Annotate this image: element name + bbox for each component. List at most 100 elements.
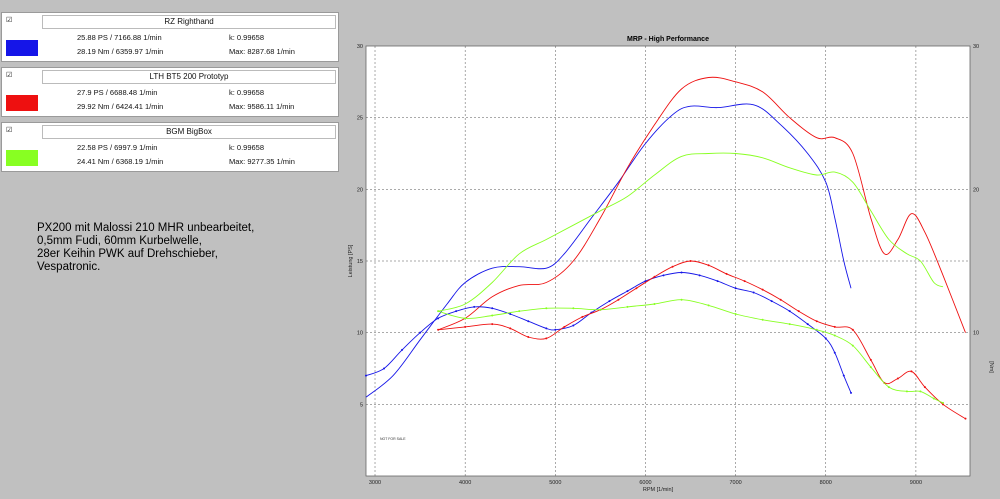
torque-point	[851, 344, 854, 347]
torque-point	[964, 417, 967, 420]
chart-title: MRP - High Performance	[627, 36, 709, 43]
torque-point	[910, 370, 913, 373]
torque-point	[581, 315, 584, 318]
torque-point	[824, 337, 827, 340]
torque-point	[833, 351, 836, 354]
torque-point	[761, 318, 764, 321]
torque-point	[815, 320, 818, 323]
torque-point	[842, 374, 845, 377]
torque-point	[896, 377, 899, 380]
torque-point	[833, 334, 836, 337]
torque-point	[671, 265, 674, 268]
torque-point	[833, 325, 836, 328]
y-tick-label: 15	[357, 259, 363, 265]
torque-point	[545, 337, 548, 340]
torque-point	[869, 366, 872, 369]
x-tick-label: 6000	[639, 480, 651, 486]
torque-point	[725, 272, 728, 275]
torque-point	[689, 260, 692, 262]
torque-point	[509, 327, 512, 330]
torque-point	[509, 313, 512, 316]
torque-point	[653, 303, 656, 305]
torque-point	[707, 304, 710, 307]
torque-point	[464, 325, 467, 328]
torque-point	[437, 328, 440, 331]
torque-point	[572, 324, 575, 327]
torque-point	[869, 358, 872, 361]
torque-point	[545, 307, 548, 310]
torque-point	[518, 310, 521, 313]
torque-point	[608, 300, 611, 303]
y2-axis-label: [Nm]	[988, 361, 994, 373]
torque-point	[905, 390, 908, 393]
torque-point	[788, 310, 791, 313]
torque-point	[932, 397, 935, 400]
torque-point	[653, 275, 656, 278]
torque-point	[527, 320, 530, 323]
x-axis-label: RPM [1/min]	[643, 487, 674, 493]
torque-point	[437, 317, 440, 320]
y-tick-label: 20	[357, 187, 363, 193]
torque-point	[707, 264, 710, 267]
torque-point	[806, 323, 809, 326]
torque-point	[734, 287, 737, 290]
x-tick-label: 3000	[369, 480, 381, 486]
torque-point	[572, 307, 575, 310]
torque-point	[635, 287, 638, 290]
torque-point	[761, 288, 764, 291]
torque-point	[554, 328, 557, 331]
torque-point	[563, 325, 566, 328]
torque-point	[464, 317, 467, 320]
torque-point	[527, 335, 530, 338]
x-tick-label: 5000	[549, 480, 561, 486]
torque-point	[734, 313, 737, 316]
torque-point	[797, 310, 800, 313]
torque-point	[491, 307, 494, 310]
torque-point	[491, 323, 494, 326]
torque-point	[365, 374, 367, 377]
torque-point	[941, 401, 944, 404]
torque-point	[626, 305, 629, 308]
y-tick-label: 30	[357, 44, 363, 50]
torque-point	[545, 327, 548, 330]
torque-point	[617, 298, 620, 301]
torque-point	[716, 280, 719, 283]
x-tick-label: 4000	[459, 480, 471, 486]
torque-point	[491, 314, 494, 317]
torque-point	[383, 367, 386, 370]
torque-point	[752, 291, 755, 294]
torque-point	[788, 323, 791, 326]
torque-point	[437, 310, 440, 313]
y-tick-label: 25	[357, 116, 363, 122]
torque-point	[919, 390, 922, 393]
dyno-chart: MRP - High Performance 3000 4000 5000 6000 7…	[348, 36, 994, 493]
torque-point	[455, 310, 458, 313]
y2-tick-label: 30	[973, 44, 979, 50]
x-tick-label: 7000	[729, 480, 741, 486]
torque-point	[743, 280, 746, 283]
torque-point	[662, 274, 665, 277]
torque-point	[851, 328, 854, 331]
torque-point	[698, 274, 701, 277]
torque-point	[779, 298, 782, 301]
x-tick-label: 8000	[820, 480, 832, 486]
torque-point	[401, 348, 404, 351]
torque-point	[599, 308, 602, 311]
y-axis-label: Leistung [PS]	[348, 244, 354, 277]
torque-point	[680, 271, 683, 274]
y2-tick-label: 10	[973, 331, 979, 337]
watermark-text: NOT FOR SALE	[380, 437, 406, 441]
y-tick-label: 10	[357, 331, 363, 337]
torque-point	[626, 290, 629, 293]
torque-point	[419, 331, 422, 334]
torque-point	[923, 386, 926, 389]
y-tick-label: 5	[360, 402, 363, 408]
torque-point	[887, 386, 890, 389]
torque-point	[680, 298, 683, 301]
torque-point	[815, 328, 818, 331]
x-tick-label: 9000	[910, 480, 922, 486]
torque-point	[850, 391, 853, 394]
y2-tick-label: 20	[973, 187, 979, 193]
torque-point	[770, 300, 773, 303]
torque-point	[473, 305, 476, 308]
